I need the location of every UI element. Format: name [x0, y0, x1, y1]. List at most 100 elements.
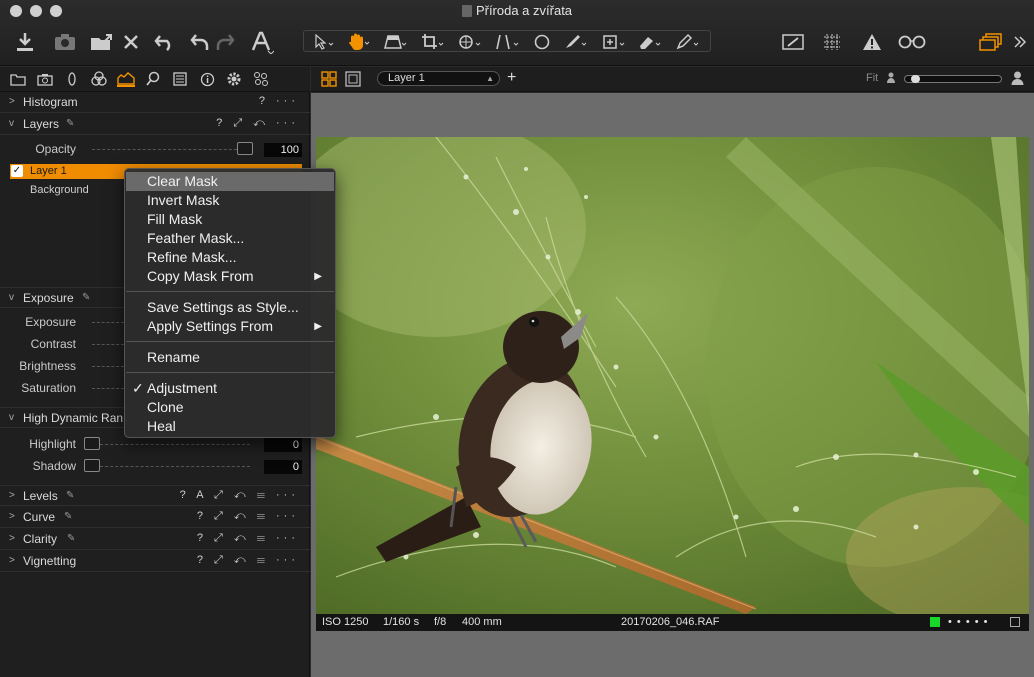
exposure-slider[interactable]: [92, 322, 124, 323]
text-icon[interactable]: [249, 30, 275, 54]
image-viewer[interactable]: ISO 1250 1/160 s f/8 400 mm 20170206_046…: [311, 93, 1034, 677]
layer-select-value: Layer 1: [388, 72, 425, 84]
menu-item-save-settings-as-style[interactable]: Save Settings as Style...: [126, 298, 334, 317]
menu-item-heal[interactable]: Heal: [126, 417, 334, 436]
export-icon[interactable]: [89, 30, 115, 54]
brightness-slider[interactable]: [92, 366, 124, 367]
color-icon[interactable]: [90, 71, 108, 87]
curve-header[interactable]: > Curve ✎ ? ⤢ ↶ ☰ ···: [0, 507, 310, 528]
info-icon[interactable]: [198, 71, 216, 87]
clarity-header[interactable]: > Clarity ✎ ? ⤢ ↶ ☰ ···: [0, 529, 310, 550]
fullscreen-icon[interactable]: [1010, 617, 1020, 627]
iso-value: ISO 1250: [322, 616, 369, 628]
redo-arrow-icon[interactable]: [214, 30, 236, 54]
add-layer-button[interactable]: +: [507, 69, 516, 87]
search-icon[interactable]: [144, 71, 162, 87]
vignetting-tool-icons[interactable]: ? ⤢ ↶ ☰ ···: [197, 554, 299, 567]
clarity-tool-icons[interactable]: ? ⤢ ↶ ☰ ···: [197, 532, 299, 545]
single-view-icon[interactable]: [345, 71, 361, 87]
hand-pan-icon[interactable]: [346, 30, 372, 54]
chevron-right-icon: >: [9, 96, 15, 107]
edit-mask-icon[interactable]: [780, 30, 806, 54]
window-title-text: Příroda a zvířata: [475, 3, 573, 18]
layers-header[interactable]: v Layers ✎ ? ⤢ ↶ ···: [0, 114, 310, 135]
chevron-down-icon: v: [9, 118, 14, 129]
highlight-slider-thumb[interactable]: [84, 437, 100, 450]
keystone-icon[interactable]: [383, 30, 409, 54]
menu-item-fill-mask[interactable]: Fill Mask: [126, 210, 334, 229]
shadow-value[interactable]: 0: [264, 460, 302, 474]
saturation-slider[interactable]: [92, 388, 124, 389]
aperture-value: f/8: [434, 616, 447, 628]
zoom-slider-knob[interactable]: [911, 75, 920, 83]
vignetting-header[interactable]: > Vignetting ? ⤢ ↶ ☰ ···: [0, 551, 310, 572]
menu-item-clear-mask[interactable]: Clear Mask: [126, 172, 334, 191]
metadata-icon[interactable]: [171, 71, 189, 87]
rating-stars[interactable]: • • • • •: [948, 616, 988, 628]
rotate-icon[interactable]: [456, 30, 484, 54]
menu-item-copy-mask-from[interactable]: Copy Mask From ▶: [126, 267, 334, 286]
adjustments-icon[interactable]: [252, 71, 270, 87]
layer-select[interactable]: Layer 1 ▲: [377, 71, 500, 86]
chevron-double-right-icon[interactable]: [1010, 30, 1030, 54]
saturation-label: Saturation: [21, 381, 76, 395]
layer-row-background[interactable]: Background: [30, 184, 89, 196]
delete-icon[interactable]: [120, 30, 142, 54]
grid-icon[interactable]: [820, 30, 844, 54]
contrast-slider[interactable]: [92, 344, 124, 345]
undo-arrow-icon[interactable]: [189, 30, 211, 54]
zoom-slider[interactable]: [904, 75, 1002, 83]
camera-icon[interactable]: [52, 30, 78, 54]
camera-icon[interactable]: [36, 71, 54, 87]
warning-icon[interactable]: [860, 30, 884, 54]
histogram-header[interactable]: > Histogram ? ···: [0, 92, 310, 113]
layer-visibility-checkbox[interactable]: ✓: [11, 165, 23, 177]
menu-item-refine-mask[interactable]: Refine Mask...: [126, 248, 334, 267]
opacity-slider-thumb[interactable]: [237, 142, 253, 155]
menu-item-clone[interactable]: Clone: [126, 398, 334, 417]
eraser-icon[interactable]: [636, 30, 664, 54]
folder-icon[interactable]: [9, 71, 27, 87]
focal-length-value: 400 mm: [462, 616, 502, 628]
multi-view-icon[interactable]: [321, 71, 337, 87]
shadow-slider[interactable]: [100, 466, 250, 467]
levels-tool-icons[interactable]: ? A ⤢ ↶ ☰ ···: [180, 489, 299, 502]
photo-bird-on-reed[interactable]: [316, 137, 1029, 614]
gear-icon[interactable]: [225, 71, 243, 87]
curve-tool-icons[interactable]: ? ⤢ ↶ ☰ ···: [197, 510, 299, 523]
layers-tool-icons[interactable]: ? ⤢ ↶ ···: [216, 117, 299, 130]
exposure-icon[interactable]: [117, 71, 135, 87]
perspective-icon[interactable]: [494, 30, 522, 54]
opacity-slider[interactable]: [92, 149, 242, 150]
shadow-slider-thumb[interactable]: [84, 459, 100, 472]
pen-icon: ✎: [66, 118, 75, 129]
layers-stack-icon[interactable]: [978, 30, 1004, 54]
histogram-tool-icons[interactable]: ? ···: [259, 95, 299, 107]
levels-header[interactable]: > Levels ✎ ? A ⤢ ↶ ☰ ···: [0, 485, 310, 506]
lens-icon[interactable]: [63, 71, 81, 87]
undo-icon[interactable]: [153, 30, 177, 54]
menu-item-rename[interactable]: Rename: [126, 348, 334, 367]
spot-icon[interactable]: [600, 30, 628, 54]
select-cursor-icon[interactable]: [311, 30, 337, 54]
picker-icon[interactable]: [674, 30, 702, 54]
chevron-down-icon: v: [9, 292, 14, 303]
menu-item-apply-settings-from[interactable]: Apply Settings From ▶: [126, 317, 334, 336]
chevron-right-icon: >: [9, 533, 15, 544]
highlight-value[interactable]: 0: [264, 438, 302, 452]
submenu-arrow-icon: ▶: [314, 321, 322, 332]
circle-mask-icon[interactable]: [530, 30, 554, 54]
highlight-slider[interactable]: [100, 444, 250, 445]
menu-item-invert-mask[interactable]: Invert Mask: [126, 191, 334, 210]
glasses-icon[interactable]: [896, 30, 928, 54]
import-icon[interactable]: [12, 30, 38, 54]
brush-icon[interactable]: [562, 30, 590, 54]
menu-item-label: Apply Settings From: [147, 318, 274, 334]
color-tag[interactable]: [930, 617, 940, 627]
menu-item-feather-mask[interactable]: Feather Mask...: [126, 229, 334, 248]
menu-item-adjustment[interactable]: ✓ Adjustment: [126, 379, 334, 398]
curve-title: Curve: [23, 510, 56, 524]
opacity-value[interactable]: 100: [264, 143, 302, 157]
crop-icon[interactable]: [420, 30, 446, 54]
highlight-label: Highlight: [29, 437, 76, 451]
